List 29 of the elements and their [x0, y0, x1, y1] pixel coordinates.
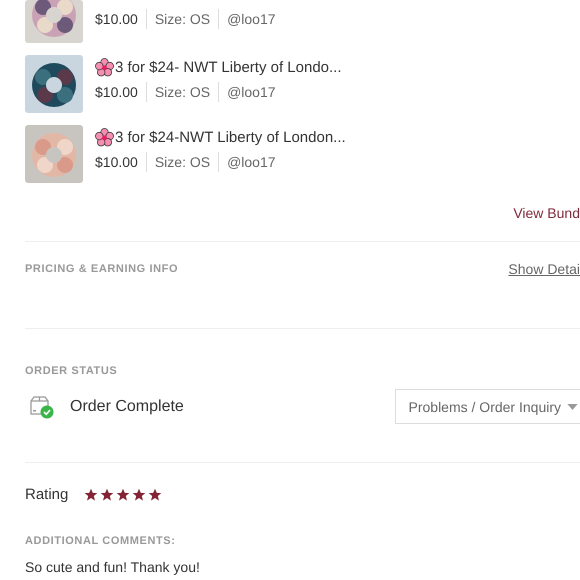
inquiry-dropdown[interactable]: Problems / Order Inquiry	[394, 389, 580, 424]
star-icon	[84, 488, 98, 502]
star-icon	[132, 488, 146, 502]
comment-text: So cute and fun! Thank you!	[25, 559, 201, 575]
flower-icon	[95, 128, 114, 147]
order-status-text: Order Complete	[70, 398, 184, 416]
item-size: Size: OS	[154, 154, 210, 170]
rating-label: Rating	[25, 486, 68, 503]
flower-icon	[95, 58, 114, 77]
show-details-link[interactable]: Show Detai	[508, 261, 580, 277]
item-title[interactable]: 3 for $24-NWT Liberty of London...	[115, 129, 346, 146]
item-title[interactable]: 3 for $24- NWT Liberty of Londo...	[115, 59, 342, 76]
item-price: $10.00	[95, 11, 138, 27]
item-price: $10.00	[95, 84, 138, 100]
section-heading: ADDITIONAL COMMENTS:	[25, 535, 177, 547]
star-icon	[116, 488, 130, 502]
item-size: Size: OS	[154, 84, 210, 100]
item-size: Size: OS	[154, 11, 210, 27]
seller-handle[interactable]: @loo17	[227, 11, 276, 27]
package-check-icon	[28, 394, 54, 418]
star-icon	[100, 488, 114, 502]
section-heading: ORDER STATUS	[25, 365, 118, 377]
item-price: $10.00	[95, 154, 138, 170]
view-bundle-link[interactable]: View Bund	[513, 205, 580, 241]
caret-icon	[567, 404, 578, 410]
seller-handle[interactable]: @loo17	[227, 154, 276, 170]
star-icon	[148, 488, 162, 502]
seller-handle[interactable]: @loo17	[227, 84, 276, 100]
section-heading: PRICING & EARNING INFO	[25, 263, 178, 275]
